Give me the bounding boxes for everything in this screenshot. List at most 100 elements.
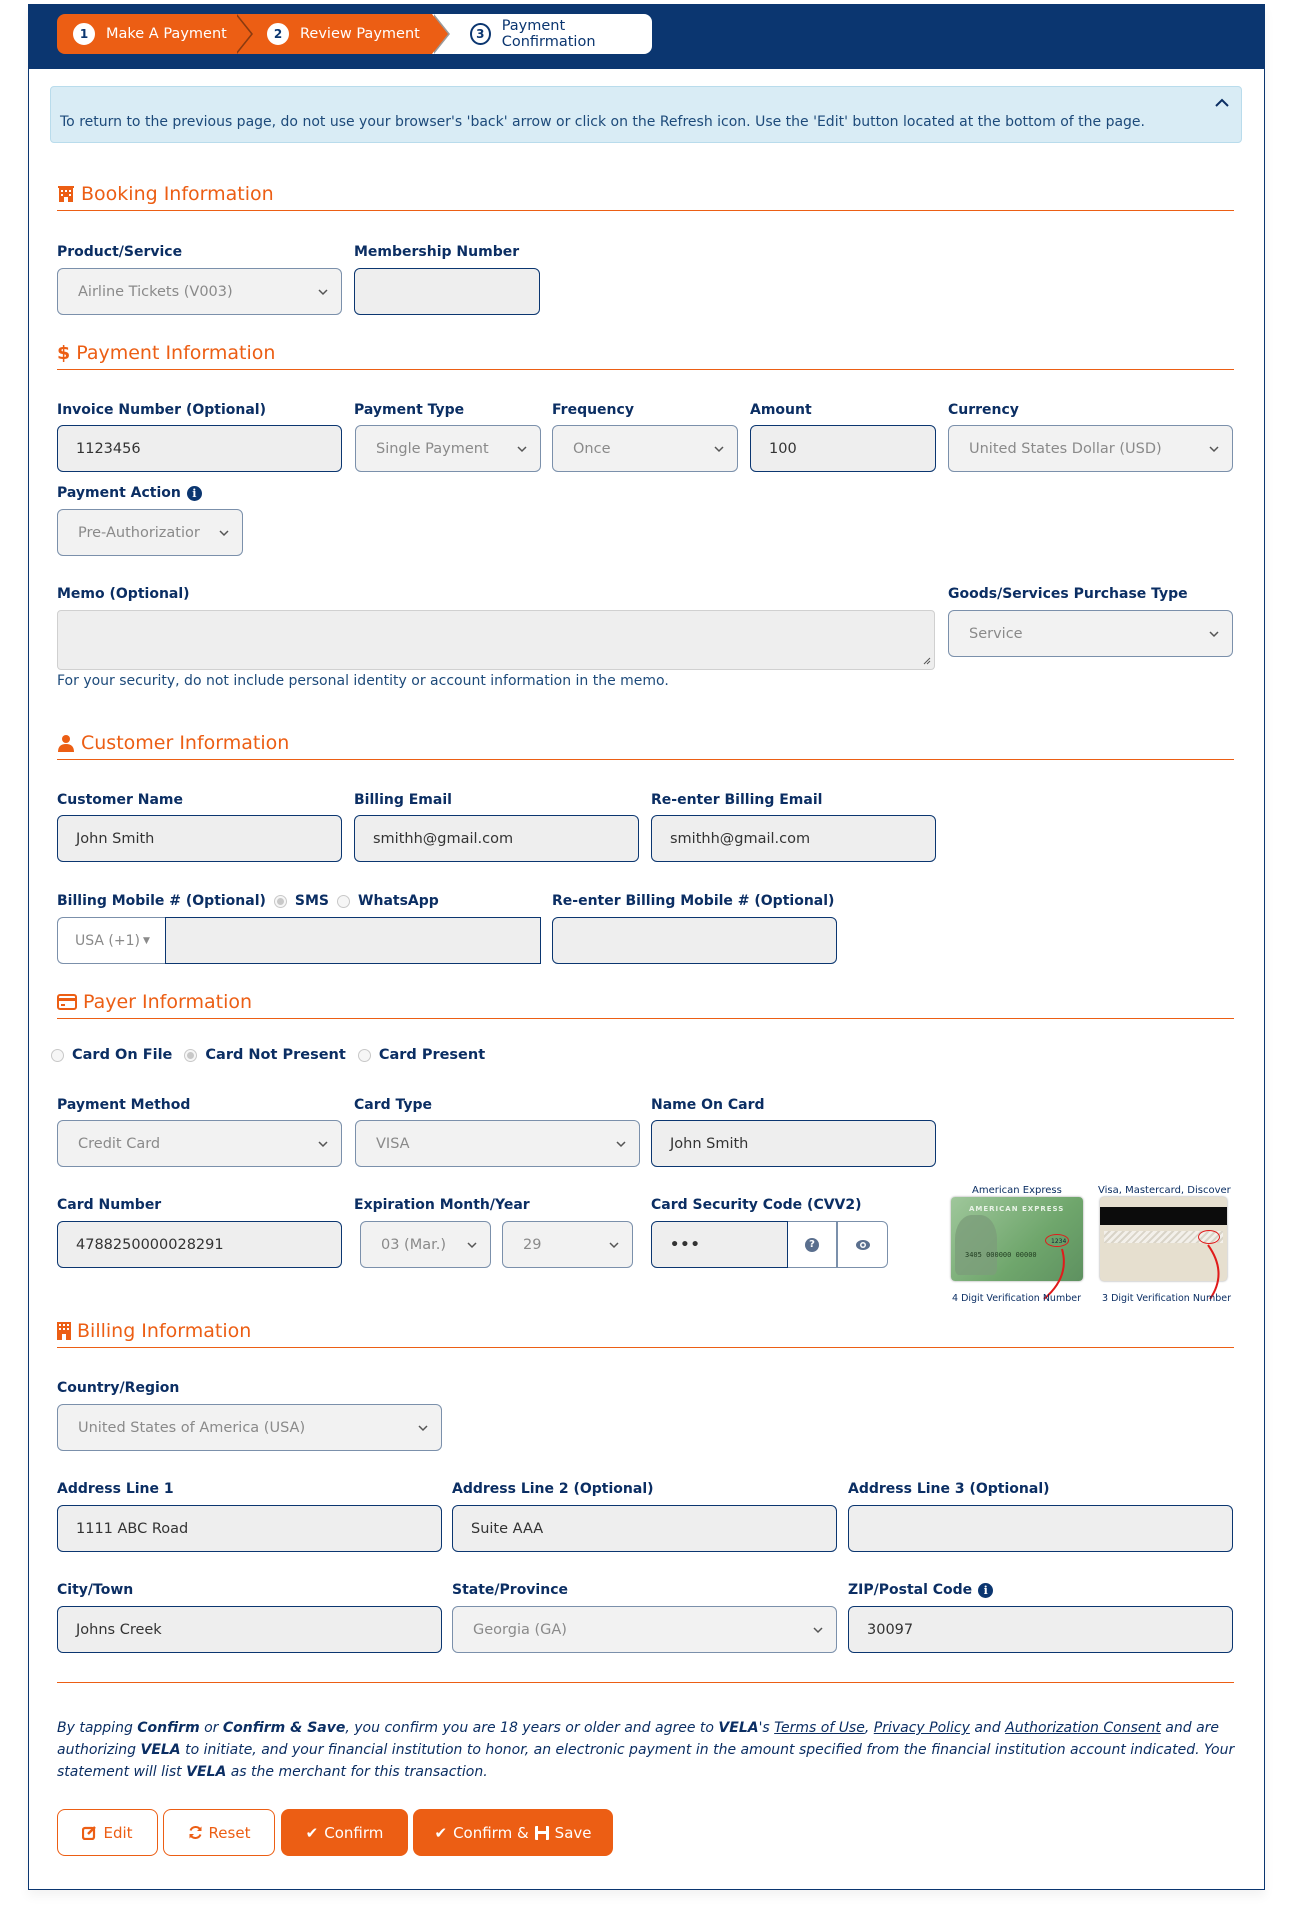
card-on-file-option[interactable]: Card On File <box>51 1047 172 1063</box>
country-code-select[interactable]: USA (+1) ▼ <box>57 917 165 964</box>
cvv-reveal-button[interactable] <box>837 1221 888 1268</box>
amount-label: Amount <box>750 402 812 418</box>
section-divider <box>57 1682 1234 1683</box>
confirm-and-save-button[interactable]: ✔ Confirm & Save <box>413 1809 613 1856</box>
save-icon <box>534 1825 549 1840</box>
reset-button[interactable]: Reset <box>163 1809 275 1856</box>
payment-method-value: Credit Card <box>78 1135 161 1152</box>
chevron-up-icon[interactable] <box>1215 93 1229 112</box>
exp-month-value: 03 (Mar.) <box>381 1236 447 1253</box>
info-icon[interactable]: i <box>186 485 202 501</box>
name-on-card-input[interactable]: John Smith <box>651 1120 936 1167</box>
amount-input[interactable]: 100 <box>750 425 936 472</box>
memo-textarea[interactable] <box>57 610 935 670</box>
expiration-label: Expiration Month/Year <box>354 1197 530 1213</box>
currency-value: United States Dollar (USD) <box>969 440 1162 457</box>
building-icon <box>57 185 75 203</box>
chevron-down-icon <box>318 288 328 295</box>
address3-input[interactable] <box>848 1505 1233 1552</box>
reenter-mobile-input[interactable] <box>552 917 837 964</box>
cvv-label: Card Security Code (CVV2) <box>651 1197 862 1213</box>
exp-month-select[interactable]: 03 (Mar.) <box>360 1221 491 1268</box>
purchase-type-value: Service <box>969 625 1023 642</box>
payment-type-select[interactable]: Single Payment <box>355 425 541 472</box>
sms-radio[interactable] <box>273 894 287 908</box>
info-alert: To return to the previous page, do not u… <box>50 86 1242 143</box>
whatsapp-radio[interactable] <box>337 894 351 908</box>
frequency-value: Once <box>573 440 611 457</box>
amex-number-text: 3405 000000 00000 <box>965 1251 1037 1259</box>
country-value: United States of America (USA) <box>78 1419 306 1436</box>
product-value: Airline Tickets (V003) <box>78 283 233 300</box>
payment-action-select[interactable]: Pre-Authorizatior <box>57 509 243 556</box>
address2-label: Address Line 2 (Optional) <box>452 1481 654 1497</box>
customer-name-input[interactable]: John Smith <box>57 815 342 862</box>
card-type-label: Card Type <box>354 1097 433 1113</box>
card-type-value: VISA <box>376 1135 410 1152</box>
payment-type-label: Payment Type <box>354 402 465 418</box>
city-input[interactable]: Johns Creek <box>57 1606 442 1653</box>
step-number: 2 <box>267 23 289 45</box>
zip-label-row: ZIP/Postal Code i <box>848 1582 994 1598</box>
purchase-type-select[interactable]: Service <box>948 610 1233 657</box>
reenter-email-input[interactable]: smithh@gmail.com <box>651 815 936 862</box>
payment-method-select[interactable]: Credit Card <box>57 1120 342 1167</box>
terms-of-use-link[interactable]: Terms of Use <box>774 1720 865 1736</box>
frequency-select[interactable]: Once <box>552 425 738 472</box>
address1-input[interactable]: 1111 ABC Road <box>57 1505 442 1552</box>
authorization-consent-link[interactable]: Authorization Consent <box>1005 1720 1161 1736</box>
card-presence-radio-group: Card On File Card Not Present Card Prese… <box>51 1047 489 1063</box>
country-code-value: USA (+1) <box>75 932 140 949</box>
privacy-policy-link[interactable]: Privacy Policy <box>874 1720 970 1736</box>
payment-action-value: Pre-Authorizatior <box>78 524 200 541</box>
step-arrow <box>235 14 251 54</box>
section-title: Booking Information <box>81 183 274 205</box>
section-payer: Payer Information <box>57 991 1234 1019</box>
currency-select[interactable]: United States Dollar (USD) <box>948 425 1233 472</box>
address1-label: Address Line 1 <box>57 1481 174 1497</box>
step-label: Review Payment <box>300 26 420 42</box>
card-number-input[interactable]: 4788250000028291 <box>57 1221 342 1268</box>
reenter-mobile-label: Re-enter Billing Mobile # (Optional) <box>552 893 835 909</box>
confirm-button[interactable]: ✔ Confirm <box>281 1809 408 1856</box>
billing-mobile-input[interactable] <box>165 917 541 964</box>
country-select[interactable]: United States of America (USA) <box>57 1404 442 1451</box>
cvv-input[interactable]: ••• <box>651 1221 788 1268</box>
card-present-option[interactable]: Card Present <box>357 1047 486 1063</box>
step-payment-confirmation: 3 Payment Confirmation <box>432 14 652 54</box>
card-not-present-option[interactable]: Card Not Present <box>184 1047 346 1063</box>
chevron-down-icon <box>219 529 229 536</box>
state-select[interactable]: Georgia (GA) <box>452 1606 837 1653</box>
card-type-select[interactable]: VISA <box>355 1120 640 1167</box>
card-not-present-radio[interactable] <box>184 1048 198 1062</box>
exp-year-select[interactable]: 29 <box>502 1221 633 1268</box>
section-title: Billing Information <box>77 1320 252 1342</box>
amex-code-circle <box>1045 1234 1069 1247</box>
cvv-help-button[interactable]: ? <box>788 1221 837 1268</box>
info-icon[interactable]: i <box>978 1582 994 1598</box>
refresh-icon <box>189 1826 202 1839</box>
amex-portrait <box>955 1215 997 1275</box>
city-label: City/Town <box>57 1582 134 1598</box>
billing-mobile-label: Billing Mobile # (Optional) <box>57 893 266 909</box>
billing-email-input[interactable]: smithh@gmail.com <box>354 815 639 862</box>
membership-input[interactable] <box>354 268 540 315</box>
billing-email-label: Billing Email <box>354 792 452 808</box>
edit-button[interactable]: Edit <box>57 1809 158 1856</box>
card-present-radio[interactable] <box>357 1048 371 1062</box>
amex-title: American Express <box>972 1185 1062 1196</box>
resize-handle-icon[interactable] <box>921 655 931 665</box>
step-make-payment: 1 Make A Payment <box>57 14 251 54</box>
payment-action-label: Payment Action i <box>57 485 202 501</box>
product-select[interactable]: Airline Tickets (V003) <box>57 268 342 315</box>
card-present-label: Card Present <box>378 1047 486 1063</box>
product-label: Product/Service <box>57 244 183 260</box>
card-on-file-radio[interactable] <box>51 1048 64 1062</box>
invoice-input[interactable]: 1123456 <box>57 425 342 472</box>
edit-icon <box>82 1826 97 1840</box>
check-icon: ✔ <box>305 1823 319 1842</box>
zip-input[interactable]: 30097 <box>848 1606 1233 1653</box>
address2-input[interactable]: Suite AAA <box>452 1505 837 1552</box>
section-title: Payment Information <box>76 342 276 364</box>
step-review-payment: 2 Review Payment <box>235 14 448 54</box>
